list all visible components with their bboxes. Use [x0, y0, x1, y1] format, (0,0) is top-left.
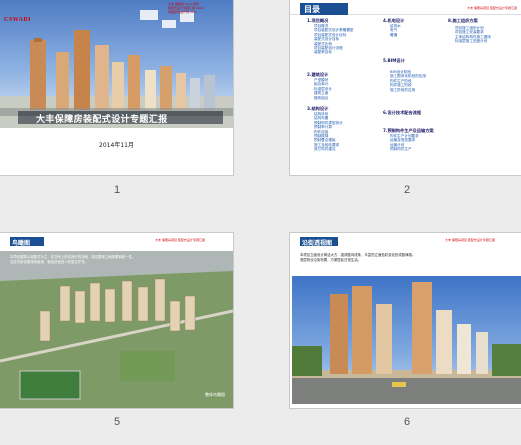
company-logo: CSWADI: [4, 17, 32, 23]
toc-section-items: 户型模块 组合单元 标准层设计 建筑立面 楼栋组合: [314, 78, 332, 100]
toc-item: 其它构件建议: [314, 147, 336, 152]
slide-number-label: 6: [403, 416, 411, 428]
toc-item: 施工阶段的应用: [390, 87, 416, 92]
slide-title: 沿街透视图: [302, 240, 333, 247]
slide-note: 本项目建筑以装配式为主，在空间上形成良好的场地，保证整体立面效果和统一性。 住区…: [10, 255, 170, 264]
slide-thumbnail-1[interactable]: CSWADI 大丰 保障房 xxxx 项目 装配式设计专题汇报 2014 中国建…: [0, 0, 233, 175]
slide-title: 大丰保障房装配式设计专题汇报: [36, 115, 168, 125]
toc-section-items: 结构体系 结构布置 预制构件类型拆分 预制率计算 构件连接 预制楼梯 预制叠合楼…: [314, 112, 343, 152]
image-caption: 整体鸟瞰图: [205, 392, 225, 397]
header-caption: 大丰 保障房项目 装配式设计专题汇报: [155, 238, 205, 242]
toc-section-items: 项目施工组织计划 项目施工安装要求 主体结构构件施工顺序 标准层施工进度计划: [455, 26, 491, 44]
toc-section-items: 项目概况 项目装配式设计策略模型 项目装配式设计目标 装配式设计目标 装配式比例…: [314, 24, 354, 55]
aerial-view-image: [0, 251, 233, 408]
toc-item: 标准层施工进度计划: [455, 39, 488, 44]
aerial-site-drawing: [0, 251, 233, 408]
slide-number-label: 1: [113, 184, 121, 196]
toc-section-items: BIM设计阶段 施工图深化阶段的应用 构件生产阶段 构件施工阶段 施工阶段的应用: [390, 70, 426, 92]
street-buildings-drawing: [292, 282, 521, 404]
note-line: 底层商业沿街布置，方便居民日常生活。: [300, 257, 362, 262]
slide-thumbnail-6[interactable]: 沿街透视图 大丰 保障房项目 装配式设计专题汇报 本项目立面设计简洁大方，强调竖…: [290, 233, 521, 408]
city-skyline-image: [0, 10, 233, 128]
cover-photo: [0, 0, 233, 128]
toc-section-items: 给排水 电气 暖通: [390, 24, 401, 37]
header-caption: 大丰 保障房项目 装配式设计专题汇报: [445, 238, 495, 242]
toc-item: 装配率目标: [314, 50, 332, 55]
toc-item: 楼栋组合: [314, 95, 329, 100]
cover-meta: 大丰 保障房 xxxx 项目 装配式设计专题汇报 2014 中国建筑设计院 xx…: [168, 2, 230, 14]
toc-item: 预制构件生产: [390, 147, 412, 152]
toc-section-title: 5.BIM设计: [383, 58, 405, 63]
header-caption: 大丰 保障房项目 装配式设计专题汇报: [467, 6, 517, 10]
slide-number-label: 5: [113, 416, 121, 428]
toc-section-items: 构件生产计划要求 运输及堆放要求 运输计划 预制构件生产: [390, 134, 419, 152]
slide-date: 2014年11月: [99, 142, 134, 149]
toc-section-title: 8.施工组织方案: [448, 18, 478, 23]
slide-thumbnail-5[interactable]: 鸟瞰图 大丰 保障房项目 装配式设计专题汇报 本项目建筑以装配式为主，在空间上形…: [0, 233, 233, 408]
slide-number-label: 2: [403, 184, 411, 196]
meta-line: 中国建筑设计院 xxxx: [168, 10, 198, 14]
slide-thumbnail-2[interactable]: 目录 大丰 保障房项目 装配式设计专题汇报 1.项目概况 项目概况 项目装配式设…: [290, 0, 521, 175]
slide-title: 目录: [304, 5, 320, 14]
toc-item: 暖通: [390, 32, 398, 37]
slide-title: 鸟瞰图: [12, 240, 31, 247]
note-line: 住区内部设置绿地景观，营造舒适宜人的居住环境。: [10, 259, 88, 264]
toc-section-title: 6.设计技术配合流程: [383, 110, 422, 115]
slide-note: 本项目立面设计简洁大方，强调竖向线条，丰富的立面色彩变化形成韵律感。 底层商业沿…: [300, 253, 510, 262]
street-view-image: [292, 276, 521, 404]
